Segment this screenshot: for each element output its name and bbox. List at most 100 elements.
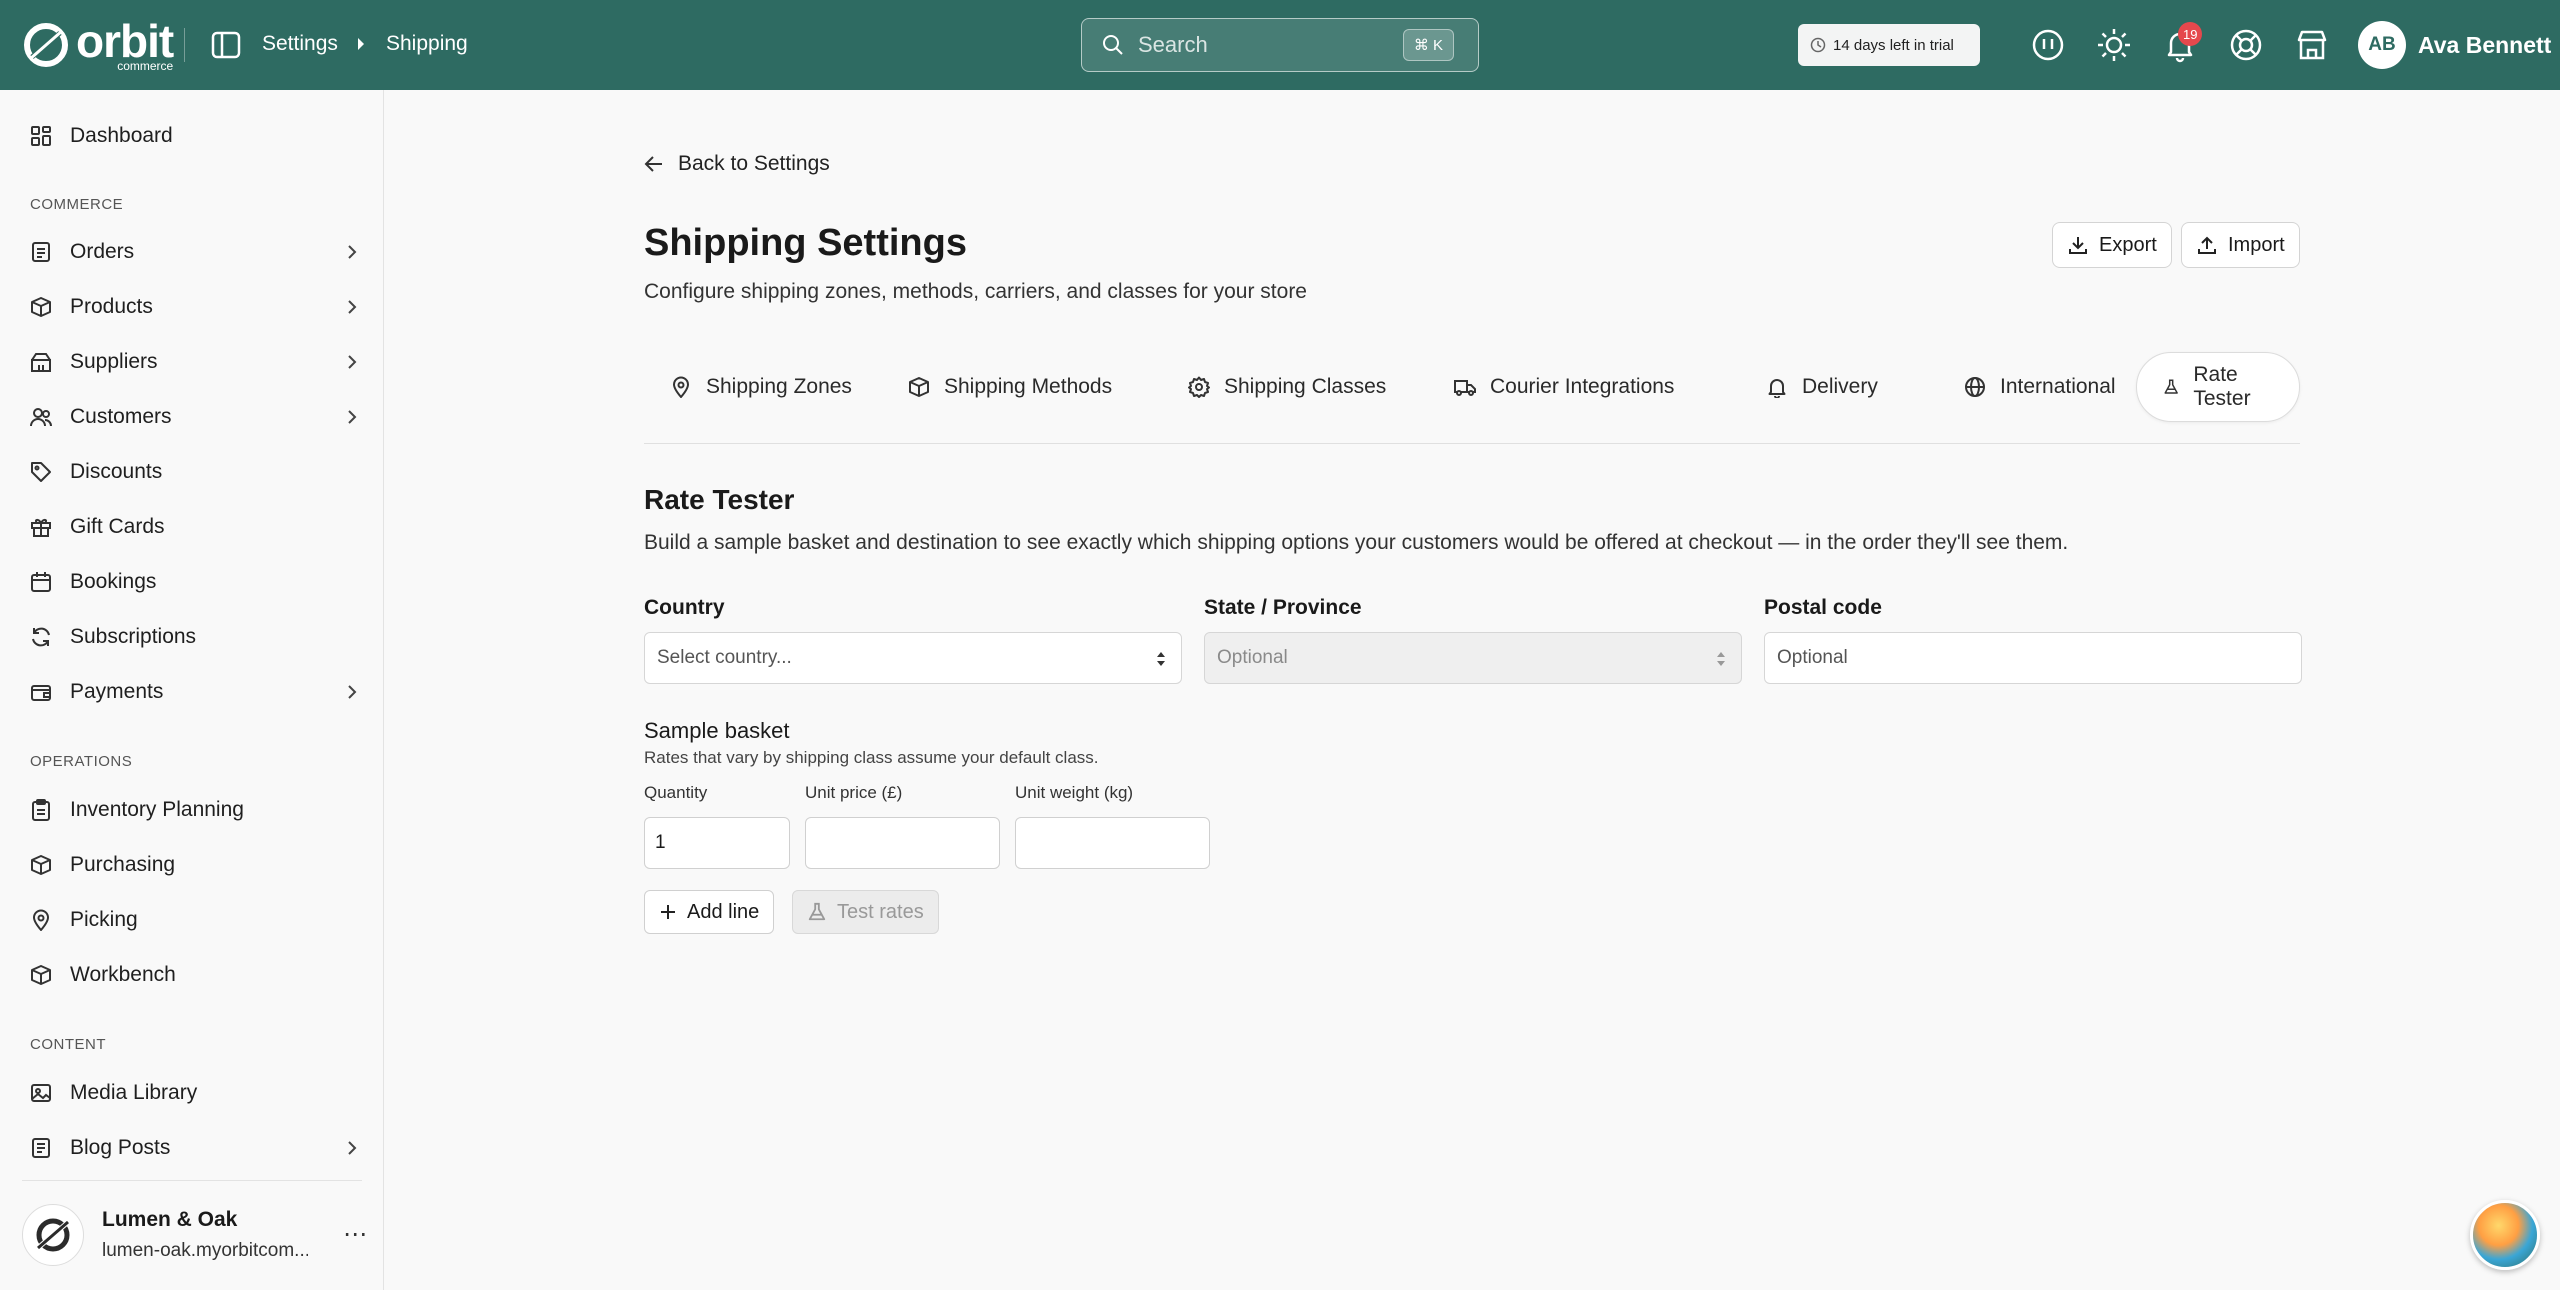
tab-label: Shipping Classes [1224, 375, 1387, 398]
sidebar-item-products[interactable]: Products [30, 287, 360, 327]
chevron-right-icon [348, 410, 357, 424]
sidebar-item-label: Workbench [70, 963, 176, 986]
feedback-icon[interactable] [2030, 27, 2066, 63]
sidebar-item-label: Inventory Planning [70, 798, 244, 821]
main-content: Back to Settings Shipping Settings Confi… [384, 90, 2560, 1290]
more-options-icon[interactable]: ⋯ [343, 1220, 367, 1249]
arrow-left-icon [644, 156, 662, 172]
unit-weight-input[interactable] [1015, 817, 1210, 869]
tag-icon [31, 462, 51, 482]
store-switcher[interactable]: Lumen & Oak lumen-oak.myorbitcom... ⋯ [22, 1200, 367, 1270]
bell-icon [1768, 379, 1786, 398]
sidebar-item-inventory-planning[interactable]: Inventory Planning [30, 790, 360, 830]
tab-international[interactable]: International [1938, 352, 2142, 422]
add-line-label: Add line [687, 900, 760, 923]
back-to-settings-link[interactable]: Back to Settings [644, 152, 830, 176]
sidebar-item-label: Picking [70, 908, 138, 931]
storefront-icon[interactable] [2294, 27, 2330, 63]
tab-label: Shipping Zones [706, 375, 852, 398]
sidebar-item-blog-posts[interactable]: Blog Posts [30, 1128, 360, 1168]
trial-badge[interactable]: 14 days left in trial [1798, 24, 1980, 66]
orbit-logo-icon [24, 23, 68, 67]
plus-icon [661, 905, 675, 919]
store-name: Lumen & Oak [102, 1208, 238, 1231]
tab-label: Courier Integrations [1490, 375, 1675, 398]
sidebar-item-dashboard[interactable]: Dashboard [30, 116, 360, 156]
topbar-divider [184, 28, 185, 62]
sidebar-item-label: Payments [70, 680, 164, 703]
cube-icon [31, 965, 51, 985]
unit-weight-label: Unit weight (kg) [1015, 783, 1134, 802]
sidebar-item-customers[interactable]: Customers [30, 397, 360, 437]
tab-courier-integrations[interactable]: Courier Integrations [1428, 352, 1700, 422]
section-title-operations: OPERATIONS [30, 753, 133, 770]
clock-icon [1810, 37, 1826, 53]
add-line-button[interactable]: Add line [644, 890, 775, 934]
theme-sun-icon[interactable] [2096, 27, 2132, 63]
box-icon [909, 377, 929, 397]
sidebar-toggle-icon[interactable] [210, 30, 242, 60]
country-select[interactable]: Select country... [644, 632, 1182, 684]
postal-code-input[interactable]: Optional [1764, 632, 2302, 684]
tab-delivery[interactable]: Delivery [1740, 352, 1904, 422]
page-title: Shipping Settings [644, 222, 967, 264]
export-button[interactable]: Export [2052, 222, 2172, 268]
assistant-chat-bubble[interactable] [2470, 1200, 2540, 1270]
section-title-content: CONTENT [30, 1036, 106, 1053]
select-arrows-icon [1717, 652, 1725, 666]
quantity-input[interactable]: 1 [644, 817, 790, 869]
tab-label: International [2000, 375, 2116, 398]
sidebar-item-purchasing[interactable]: Purchasing [30, 845, 360, 885]
sample-basket-note: Rates that vary by shipping class assume… [644, 748, 1099, 767]
quantity-value: 1 [655, 832, 666, 853]
store-url: lumen-oak.myorbitcom... [102, 1240, 308, 1261]
sidebar-item-bookings[interactable]: Bookings [30, 562, 360, 602]
sidebar-item-subscriptions[interactable]: Subscriptions [30, 617, 360, 657]
search-icon [1103, 35, 1123, 55]
section-title-commerce: COMMERCE [30, 196, 124, 213]
sidebar-item-discounts[interactable]: Discounts [30, 452, 360, 492]
products-icon [31, 297, 51, 317]
user-avatar[interactable]: AB [2358, 21, 2406, 69]
sidebar-item-label: Orders [70, 240, 135, 263]
sidebar-item-gift-cards[interactable]: Gift Cards [30, 507, 360, 547]
breadcrumb-settings[interactable]: Settings [262, 32, 338, 56]
import-button[interactable]: Import [2181, 222, 2300, 268]
sidebar-item-payments[interactable]: Payments [30, 672, 360, 712]
postal-code-label: Postal code [1764, 596, 1882, 619]
sidebar-item-picking[interactable]: Picking [30, 900, 360, 940]
chevron-right-icon [348, 245, 357, 259]
breadcrumb-shipping[interactable]: Shipping [386, 32, 468, 56]
customers-icon [30, 408, 52, 427]
test-rates-button[interactable]: Test rates [792, 890, 939, 934]
state-select[interactable]: Optional [1204, 632, 1742, 684]
help-lifebuoy-icon[interactable] [2228, 27, 2264, 63]
search-input[interactable]: Search ⌘ K [1081, 18, 1479, 72]
sidebar-item-workbench[interactable]: Workbench [30, 955, 360, 995]
country-select-value: Select country... [657, 647, 792, 668]
store-logo [22, 1204, 84, 1266]
top-bar: orbit commerce Settings Shipping Search … [0, 0, 2560, 90]
tab-shipping-classes[interactable]: Shipping Classes [1162, 352, 1412, 422]
unit-price-input[interactable] [805, 817, 1000, 869]
tab-rate-tester[interactable]: Rate Tester [2136, 352, 2300, 422]
quantity-label: Quantity [644, 783, 708, 802]
sidebar-item-orders[interactable]: Orders [30, 232, 360, 272]
user-name[interactable]: Ava Bennett [2418, 32, 2551, 59]
tab-shipping-methods[interactable]: Shipping Methods [882, 352, 1138, 422]
sidebar-item-label: Suppliers [70, 350, 158, 373]
tab-shipping-zones[interactable]: Shipping Zones [644, 352, 878, 422]
sidebar-divider [22, 1180, 362, 1181]
pin-icon [672, 376, 690, 398]
sidebar-item-label: Discounts [70, 460, 163, 483]
state-select-value: Optional [1217, 647, 1288, 668]
sidebar-item-label: Customers [70, 405, 172, 428]
notification-count-badge: 19 [2178, 22, 2203, 46]
sidebar-item-suppliers[interactable]: Suppliers [30, 342, 360, 382]
sidebar-item-label: Blog Posts [70, 1136, 171, 1159]
sidebar-item-media-library[interactable]: Media Library [30, 1073, 360, 1113]
sidebar: Dashboard COMMERCE Orders Products Suppl… [0, 90, 384, 1290]
chevron-right-icon [348, 300, 357, 314]
test-rates-label: Test rates [837, 900, 924, 923]
orbit-logo[interactable]: orbit commerce [22, 18, 174, 72]
